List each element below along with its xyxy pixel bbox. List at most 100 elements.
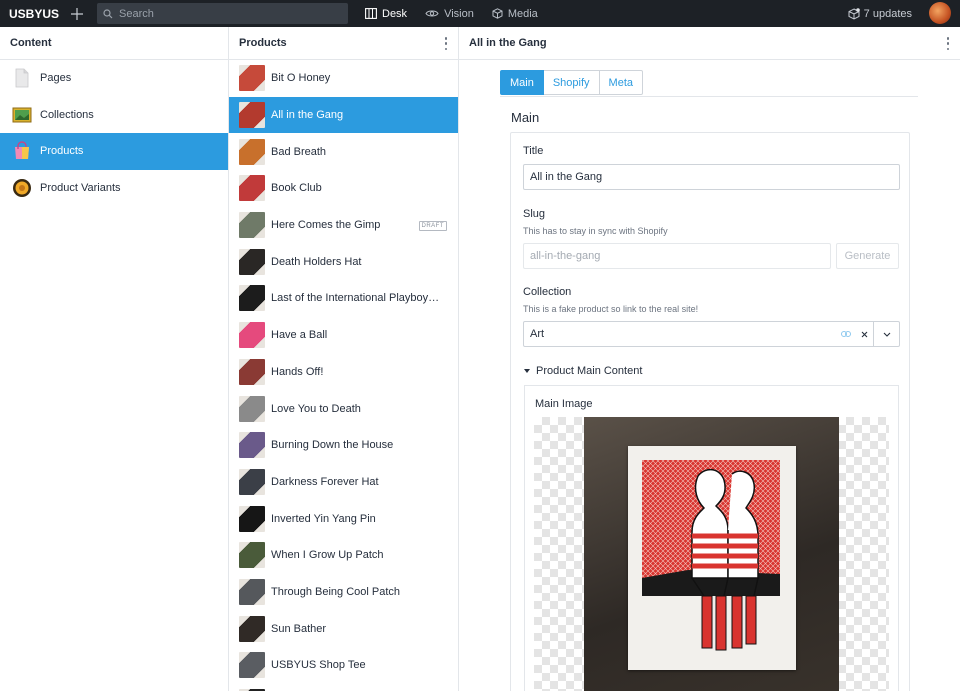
document-pane-header: All in the Gang [459, 27, 960, 60]
title-input[interactable]: All in the Gang [523, 164, 900, 190]
collections-icon [12, 105, 32, 125]
package-icon [848, 7, 860, 20]
main-image-photo [584, 417, 839, 691]
product-thumbnail [239, 468, 265, 495]
content-item-label: Pages [40, 72, 72, 85]
tab-main[interactable]: Main [500, 70, 544, 95]
content-item-products[interactable]: Products [0, 133, 228, 170]
product-list: Bit O Honey All in the Gang Bad Breath Book… [229, 60, 458, 691]
variants-icon [12, 178, 32, 198]
product-list-item-label: Hands Off! [271, 365, 324, 378]
document-tabs: Main Shopify Meta [500, 70, 644, 95]
main-fields-card: Title All in the Gang Slug This has to s… [510, 132, 910, 691]
product-list-item-label: Burning Down the House [271, 439, 394, 452]
product-list-item[interactable]: Bad Breath [229, 133, 458, 170]
product-thumbnail [239, 248, 265, 275]
product-list-item[interactable]: Sun Bather [229, 610, 458, 647]
content-type-list: Pages Collections Products Product Variants [0, 60, 228, 206]
link-icon[interactable] [837, 331, 855, 337]
product-list-item-label: Sun Bather [271, 622, 327, 635]
product-list-item-label: Darkness Forever Hat [271, 475, 379, 488]
product-thumbnail [239, 175, 265, 202]
product-list-item[interactable]: When I Grow Up Patch [229, 537, 458, 574]
products-icon [12, 141, 32, 161]
tab-divider [500, 96, 918, 97]
product-thumbnail [239, 505, 265, 532]
collection-reference-input[interactable]: Art [523, 321, 900, 347]
create-new-button[interactable] [66, 0, 88, 27]
content-item-product-variants[interactable]: Product Variants [0, 170, 228, 207]
product-list-item[interactable]: Burning Down the House [229, 427, 458, 464]
product-thumbnail [239, 432, 265, 459]
product-list-item[interactable]: Last of the International Playboys … [229, 280, 458, 317]
tool-desk[interactable]: Desk [356, 0, 416, 27]
product-main-content-card: Main Image [524, 385, 899, 691]
page-icon [12, 68, 32, 88]
top-bar: USBYUS Search Desk Vision Media 7 update… [0, 0, 960, 27]
search-icon [103, 8, 113, 18]
document-menu-icon[interactable] [946, 37, 950, 50]
product-list-item[interactable]: Book Club [229, 170, 458, 207]
product-list-item[interactable] [229, 684, 458, 691]
draft-badge: DRAFT [418, 220, 447, 231]
product-list-item[interactable]: Death Holders Hat [229, 243, 458, 280]
products-pane-title: Products [239, 37, 287, 49]
product-list-item[interactable]: Through Being Cool Patch [229, 574, 458, 611]
product-list-item[interactable]: Have a Ball [229, 317, 458, 354]
plus-icon [71, 7, 83, 20]
artwork-illustration [642, 460, 780, 651]
tool-vision[interactable]: Vision [416, 0, 483, 27]
tab-meta[interactable]: Meta [599, 70, 644, 95]
product-list-item-label: Have a Ball [271, 329, 328, 342]
collection-dropdown-button[interactable] [873, 322, 899, 346]
products-menu-icon[interactable] [444, 37, 448, 50]
product-thumbnail [239, 65, 265, 92]
tab-shopify[interactable]: Shopify [543, 70, 600, 95]
product-thumbnail [239, 285, 265, 312]
product-thumbnail [239, 212, 265, 239]
collection-value: Art [530, 328, 545, 340]
slug-input[interactable]: all-in-the-gang [523, 243, 831, 269]
products-pane: Products Bit O Honey All in the Gang Bad B… [229, 27, 459, 691]
product-list-item[interactable]: USBYUS Shop Tee [229, 647, 458, 684]
tool-desk-label: Desk [382, 7, 408, 20]
product-thumbnail [239, 395, 265, 422]
product-list-item-label: When I Grow Up Patch [271, 549, 384, 562]
content-pane-header: Content [0, 27, 228, 60]
product-list-item[interactable]: Darkness Forever Hat [229, 464, 458, 501]
section-title: Main [511, 110, 540, 125]
product-list-item[interactable]: All in the Gang [229, 96, 458, 134]
product-list-item[interactable]: Bit O Honey [229, 60, 458, 97]
main-image-field[interactable] [534, 417, 889, 691]
content-item-label: Product Variants [40, 182, 121, 195]
user-avatar[interactable] [929, 2, 951, 24]
document-title: All in the Gang [469, 37, 547, 49]
product-list-item[interactable]: Hands Off! [229, 354, 458, 391]
product-list-item-label: Inverted Yin Yang Pin [271, 512, 376, 525]
generate-slug-button[interactable]: Generate [836, 243, 899, 269]
updates-button[interactable]: 7 updates [848, 0, 912, 27]
product-thumbnail [239, 322, 265, 349]
product-list-item-label: Through Being Cool Patch [271, 585, 401, 598]
slug-field-label: Slug [523, 208, 546, 220]
product-list-item-label: All in the Gang [271, 109, 344, 122]
product-thumbnail [239, 652, 265, 679]
tool-media[interactable]: Media [483, 0, 547, 27]
product-list-item[interactable]: Love You to Death [229, 390, 458, 427]
product-main-content-toggle[interactable]: Product Main Content [524, 365, 642, 377]
cube-icon [492, 8, 503, 19]
content-item-collections[interactable]: Collections [0, 97, 228, 134]
product-list-item-label: Here Comes the Gimp [271, 219, 381, 232]
product-list-item[interactable]: Inverted Yin Yang Pin [229, 500, 458, 537]
brand-logo[interactable]: USBYUS [0, 7, 66, 21]
content-pane: Content Pages Collections Products Product … [0, 27, 229, 691]
content-item-pages[interactable]: Pages [0, 60, 228, 97]
main-image-label: Main Image [535, 398, 593, 410]
product-list-item-label: Love You to Death [271, 402, 361, 415]
search-input[interactable]: Search [97, 3, 348, 24]
clear-icon[interactable] [855, 331, 873, 338]
product-list-item-label: Book Club [271, 182, 322, 195]
product-list-item-label: Bad Breath [271, 145, 327, 158]
product-list-item[interactable]: Here Comes the Gimp DRAFT [229, 207, 458, 244]
content-item-label: Collections [40, 108, 94, 121]
